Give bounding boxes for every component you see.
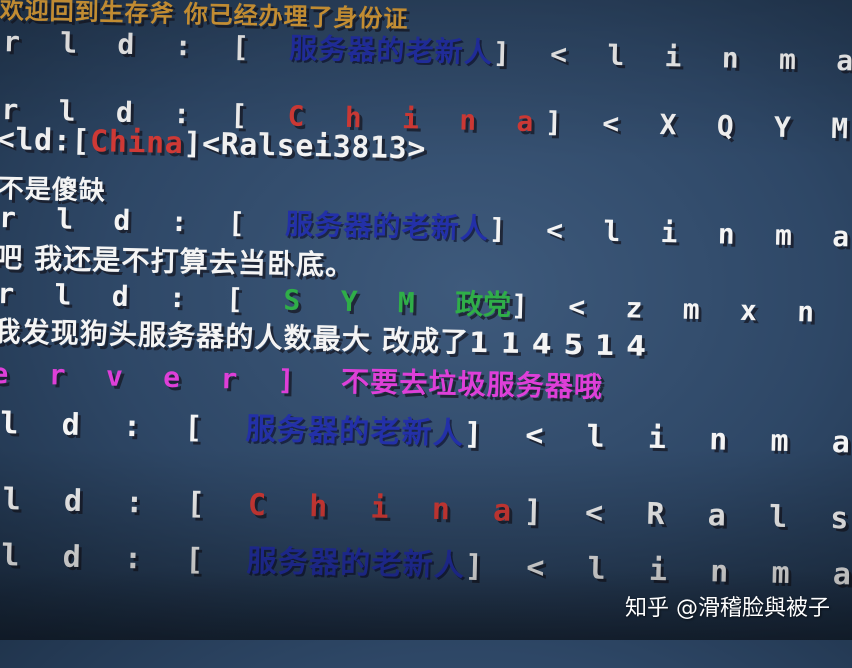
tag-close: ] <box>488 212 518 246</box>
rank-tag: 服务器的老新人 <box>246 543 466 584</box>
chat-log: 欢迎回到生存斧 你已经办理了身份证 r l d : [ 服务器的老新人] < l… <box>0 0 852 659</box>
world-prefix: l d : [ <box>0 538 217 579</box>
player-name: < X Q Y M > <box>601 106 852 147</box>
zhihu-watermark: 知乎 @滑稽脸與被子 <box>625 596 830 621</box>
chat-line-10: l d : [ 服务器的老新人] < l i n m a o c h <box>0 398 852 466</box>
player-name: <Ralsei3813> <box>201 126 427 167</box>
tag-close: ] <box>464 548 497 585</box>
rank-tag: China <box>89 124 184 162</box>
world-prefix: l d : [ <box>2 482 218 523</box>
world-prefix: r l d : [ <box>0 201 257 240</box>
chat-line-12: l d : [ 服务器的老新人] < l i n m a o c h <box>1 530 852 598</box>
rank-tag: 服务器的老新人 <box>284 207 490 246</box>
tag-close: ] <box>523 494 555 530</box>
chat-line-1: r l d : [ 服务器的老新人] < l i n m a o c h e n <box>3 20 852 86</box>
tag-close: ] <box>510 288 541 323</box>
player-name: < l i n m a o c h <box>524 418 852 465</box>
rank-tag: 服务器的老新人 <box>245 411 465 452</box>
world-prefix: r l d : [ <box>2 25 261 64</box>
tag-close: ] <box>544 105 575 140</box>
tag-close: ] <box>183 126 203 162</box>
rank-tag-latin: S Y M <box>283 283 427 320</box>
server-message: 不要去垃圾服务器哦 <box>340 364 604 404</box>
world-prefix: l d : [ <box>0 406 216 446</box>
player-name: < l i n m a o c h e <box>545 213 852 258</box>
server-prefix: e r v e r ] <box>0 356 307 398</box>
player-name: < l i n m a o c h e n <box>549 37 852 85</box>
rank-tag: 服务器的老新人 <box>288 31 494 70</box>
world-prefix: <ld:[ <box>0 121 91 160</box>
rank-tag-cn: 政党 <box>454 287 512 322</box>
tag-close: ] <box>463 416 496 453</box>
player-name: < R a l s e i 3 8 1 3 <box>584 495 852 545</box>
tag-close: ] <box>492 36 522 70</box>
rank-tag: C h i n a <box>247 487 525 530</box>
